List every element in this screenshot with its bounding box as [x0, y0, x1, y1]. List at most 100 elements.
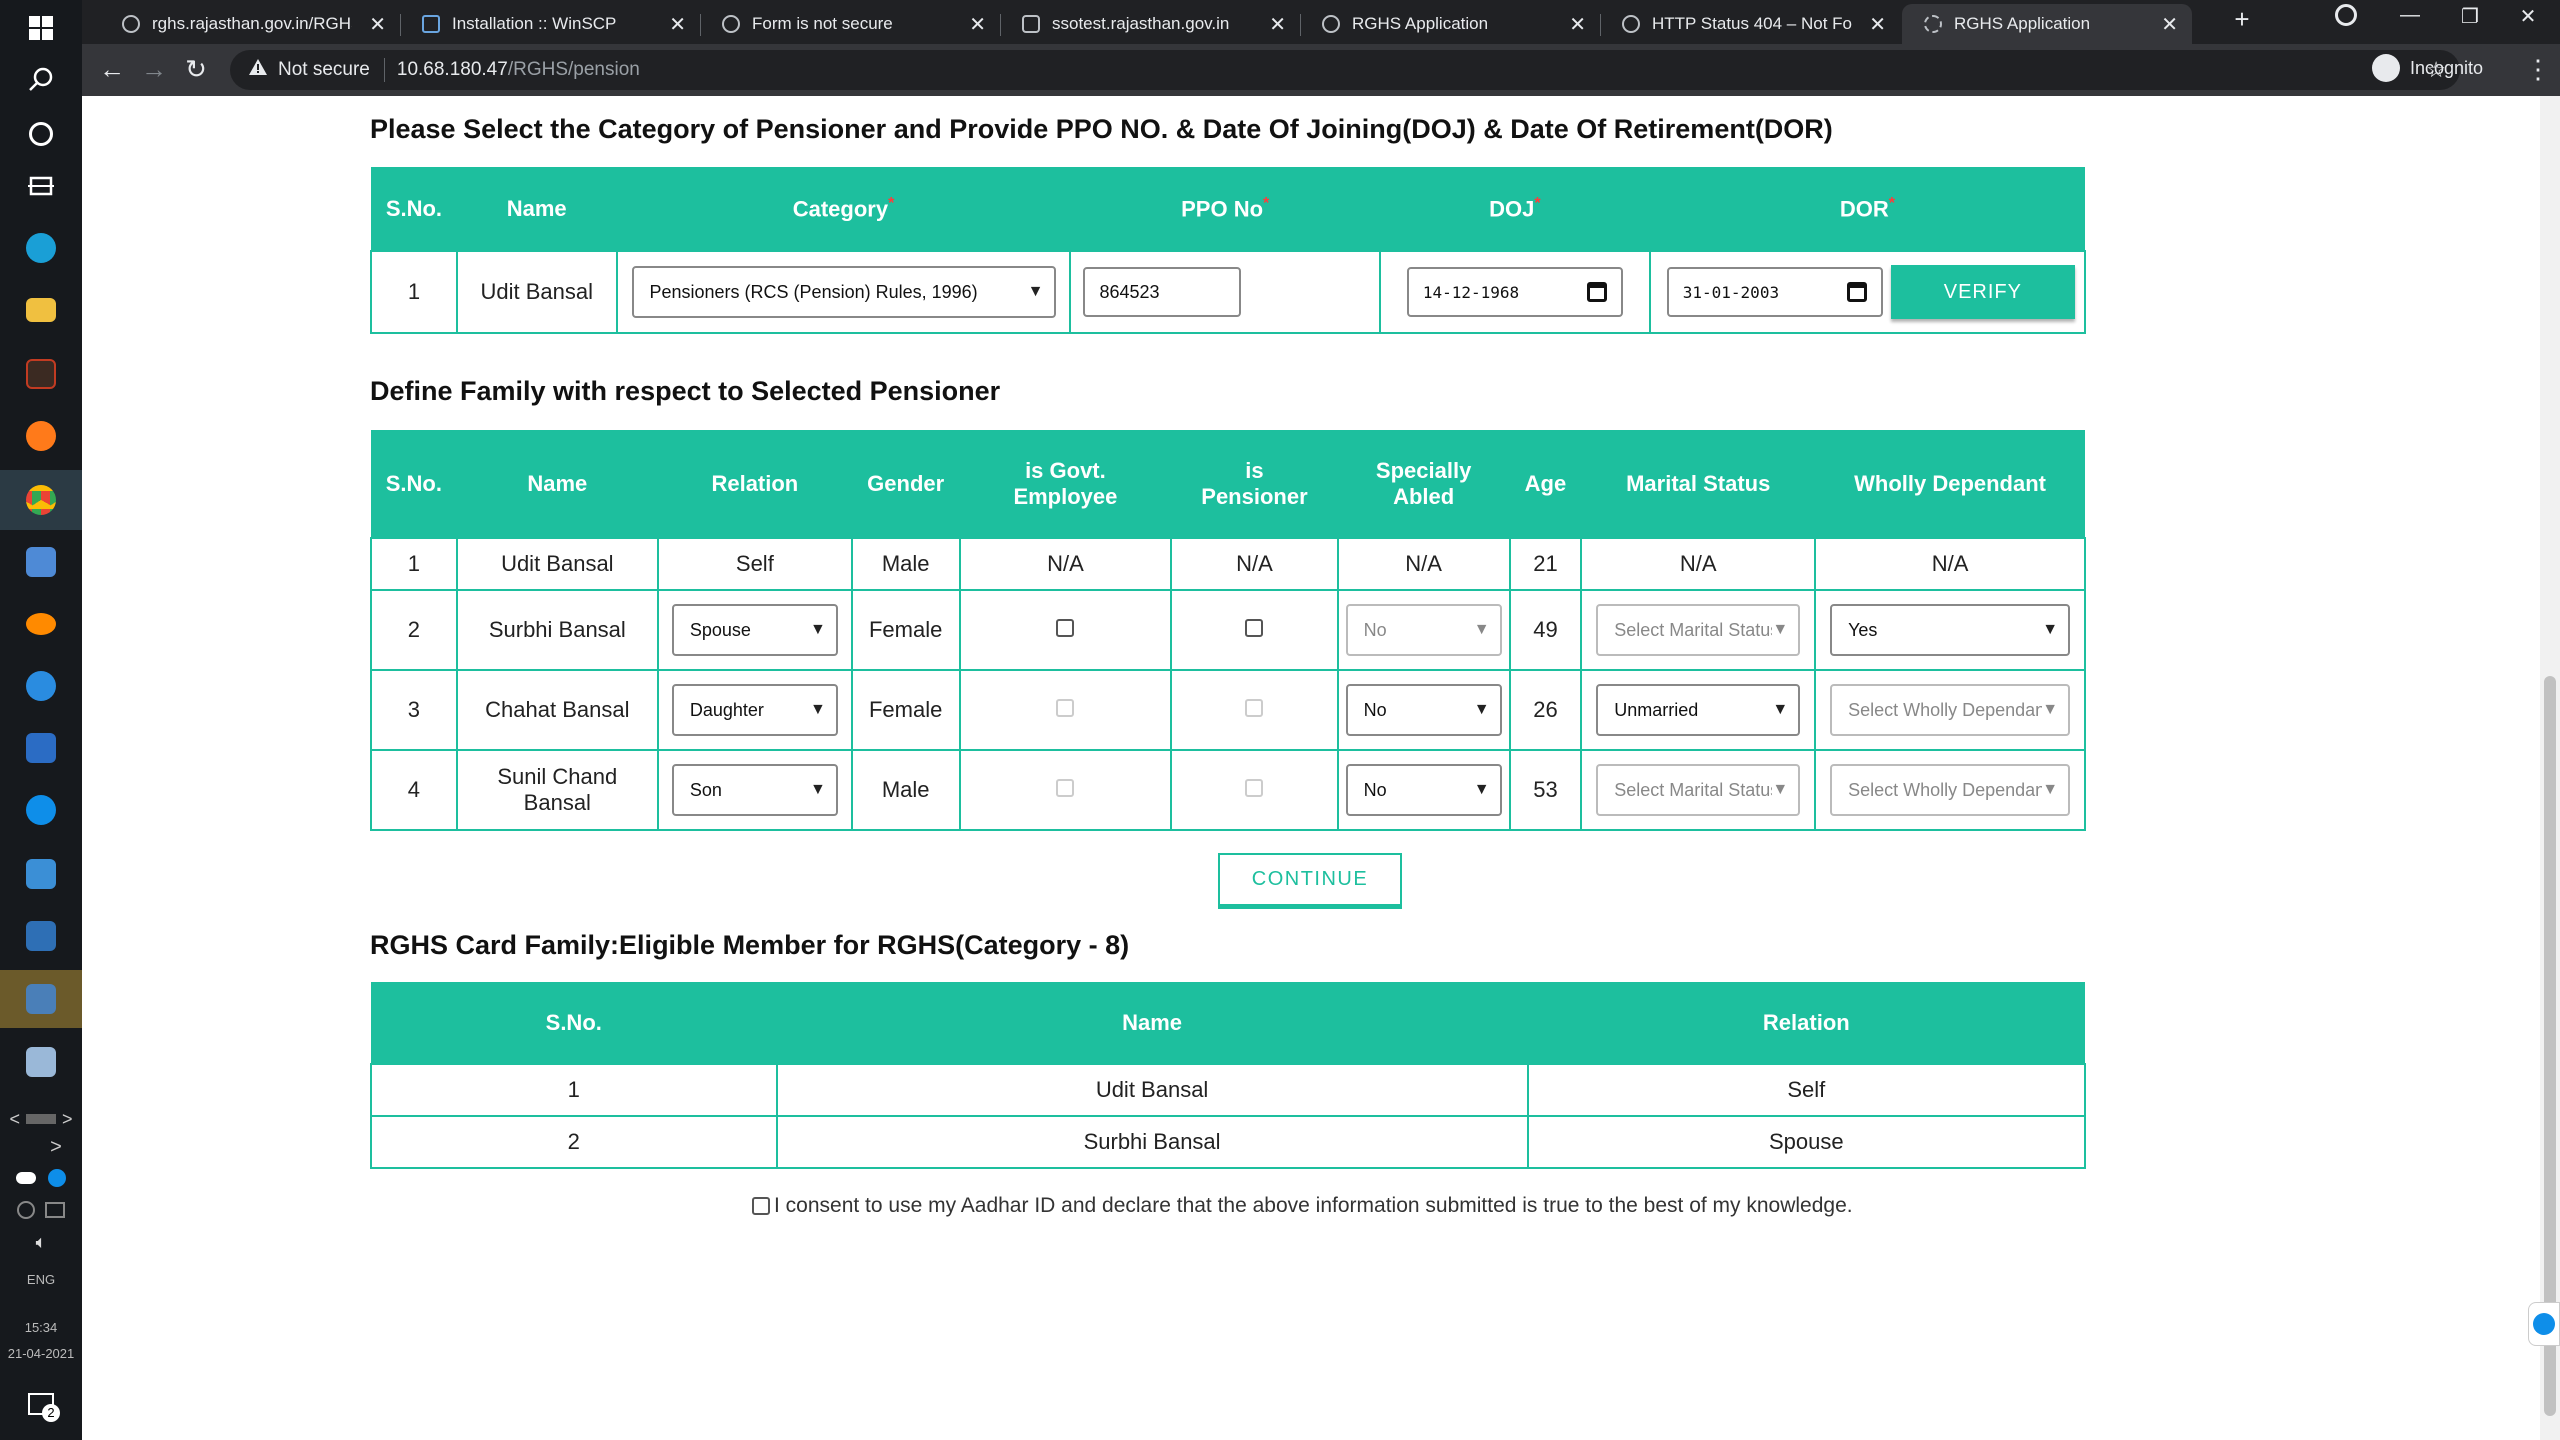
- notification-center-icon[interactable]: 2: [0, 1376, 82, 1432]
- volume-icon[interactable]: 🔈︎: [0, 1224, 82, 1260]
- marital-status-select[interactable]: Select Marital Status ▼: [1596, 604, 1801, 656]
- browser-tab[interactable]: RGHS Application ✕: [1300, 4, 1600, 44]
- firefox-icon[interactable]: [0, 408, 82, 464]
- close-tab-icon[interactable]: ✕: [969, 12, 986, 37]
- pensioner-cell: [1170, 749, 1339, 831]
- specially-abled-select-value: No: [1363, 699, 1387, 720]
- wholly-dependant-select[interactable]: Select Wholly Dependant ▼: [1830, 764, 2071, 816]
- chevron-down-icon: ▼: [2042, 701, 2059, 718]
- wholly-dependant-select[interactable]: Select Wholly Dependant ▼: [1830, 684, 2071, 736]
- govt-employee-checkbox[interactable]: [1056, 699, 1075, 717]
- pensioner-checkbox[interactable]: [1245, 779, 1264, 797]
- teamviewer-app-icon[interactable]: [0, 658, 82, 714]
- file-explorer-icon[interactable]: [0, 282, 82, 338]
- marital-status-select-value: Select Marital Status: [1614, 619, 1773, 640]
- notes-app-icon[interactable]: [0, 1034, 82, 1090]
- windows-start-icon[interactable]: [0, 0, 82, 56]
- warning-triangle-icon[interactable]: [248, 58, 268, 82]
- chrome-icon[interactable]: [0, 470, 82, 530]
- doj-date-input[interactable]: 14-12-1968: [1406, 267, 1623, 317]
- new-tab-button[interactable]: +: [2212, 4, 2272, 35]
- specially-abled-select[interactable]: No ▼: [1345, 764, 1502, 816]
- calendar-app-icon[interactable]: [0, 346, 82, 402]
- remote-app-icon[interactable]: [0, 596, 82, 652]
- tab-title: Installation :: WinSCP: [452, 14, 617, 33]
- browser-tab-active[interactable]: RGHS Application ✕: [1902, 4, 2192, 44]
- page-scrollbar[interactable]: [2540, 96, 2560, 1440]
- remote-desktop-icon[interactable]: [0, 908, 82, 964]
- address-bar[interactable]: Not secure 10.68.180.47/RGHS/pension ☆: [230, 50, 2460, 90]
- browser-tab[interactable]: rghs.rajasthan.gov.in/RGHS/ho ✕: [100, 4, 400, 44]
- edge-browser-icon[interactable]: [0, 220, 82, 276]
- reload-icon[interactable]: ↻: [178, 54, 214, 85]
- category-select[interactable]: Pensioners (RCS (Pension) Rules, 1996) ▼: [631, 266, 1056, 318]
- table-header-row: S.No. Name Relation: [371, 982, 2085, 1064]
- forward-arrow-icon[interactable]: →: [136, 54, 172, 85]
- govt-employee-checkbox[interactable]: [1056, 779, 1075, 797]
- browser-tab[interactable]: HTTP Status 404 – Not Found ✕: [1600, 4, 1900, 44]
- search-icon[interactable]: [0, 52, 82, 108]
- back-arrow-icon[interactable]: ←: [94, 54, 130, 85]
- consent-checkbox[interactable]: [752, 1197, 770, 1215]
- verify-button[interactable]: VERIFY: [1890, 265, 2075, 319]
- teamviewer-float-icon[interactable]: [2528, 1302, 2560, 1346]
- govt-employee-checkbox[interactable]: [1056, 619, 1075, 637]
- browser-tab[interactable]: Installation :: WinSCP ✕: [400, 4, 700, 44]
- table-header-row: S.No. Name Category* PPO No* DOJ* DOR*: [371, 167, 2085, 251]
- calendar-icon[interactable]: [1586, 282, 1607, 302]
- restore-window-icon[interactable]: ❐: [2440, 4, 2500, 29]
- browser-tab[interactable]: ssotest.rajasthan.gov.in ✕: [1000, 4, 1300, 44]
- ppo-input[interactable]: 864523: [1083, 267, 1242, 317]
- close-tab-icon[interactable]: ✕: [1269, 12, 1286, 37]
- player-app-icon[interactable]: [0, 846, 82, 902]
- close-tab-icon[interactable]: ✕: [2161, 12, 2178, 37]
- onedrive-icon[interactable]: [0, 1160, 82, 1196]
- dor-date-input[interactable]: 31-01-2003: [1666, 267, 1883, 317]
- specially-abled-select[interactable]: No ▼: [1345, 604, 1502, 656]
- wholly-dependant-cell: Yes ▼: [1814, 589, 2086, 671]
- continue-button[interactable]: CONTINUE: [1218, 853, 1402, 909]
- teamviewer-icon[interactable]: [0, 782, 82, 838]
- network-app-icon[interactable]: [0, 970, 82, 1028]
- specially-abled-select-value: No: [1363, 619, 1387, 640]
- sno-cell: 2: [370, 589, 458, 671]
- column-header: Marital Status: [1581, 430, 1816, 538]
- sno-cell: 4: [370, 749, 458, 831]
- incognito-indicator[interactable]: Incognito: [2372, 54, 2483, 82]
- pensioner-checkbox[interactable]: [1245, 699, 1264, 717]
- relation-cell: Spouse: [1526, 1115, 2087, 1169]
- close-tab-icon[interactable]: ✕: [1869, 12, 1886, 37]
- pensioner-checkbox[interactable]: [1245, 619, 1264, 637]
- doj-header-label: DOJ: [1489, 196, 1535, 222]
- media-app-icon[interactable]: [0, 534, 82, 590]
- relation-select[interactable]: Spouse ▼: [671, 604, 838, 656]
- close-tab-icon[interactable]: ✕: [369, 12, 386, 37]
- tab-search-icon[interactable]: [2316, 4, 2376, 32]
- relation-select-value: Spouse: [689, 619, 751, 640]
- close-tab-icon[interactable]: ✕: [1569, 12, 1586, 37]
- word-icon[interactable]: [0, 720, 82, 776]
- chevron-down-icon: ▼: [1772, 781, 1789, 798]
- task-view-icon[interactable]: [0, 158, 82, 214]
- chevron-down-icon: ▼: [810, 621, 826, 638]
- specially-abled-select[interactable]: No ▼: [1345, 684, 1502, 736]
- marital-status-select[interactable]: Select Marital Status ▼: [1596, 764, 1801, 816]
- chevron-down-icon: ▼: [1473, 701, 1490, 718]
- minimize-window-icon[interactable]: —: [2380, 4, 2440, 27]
- relation-select[interactable]: Son ▼: [671, 764, 838, 816]
- security-status-label[interactable]: Not secure: [278, 59, 370, 81]
- browser-tab[interactable]: Form is not secure ✕: [700, 4, 1000, 44]
- cortana-icon[interactable]: [0, 106, 82, 162]
- input-language[interactable]: ENG: [0, 1272, 82, 1287]
- taskbar-clock-date[interactable]: 21-04-2021: [0, 1346, 82, 1361]
- relation-select[interactable]: Daughter ▼: [671, 684, 838, 736]
- specially-abled-cell: N/A: [1336, 537, 1511, 591]
- close-window-icon[interactable]: ✕: [2498, 4, 2558, 29]
- network-status-icon[interactable]: [0, 1192, 82, 1228]
- marital-status-select[interactable]: Unmarried ▼: [1596, 684, 1801, 736]
- calendar-icon[interactable]: [1846, 282, 1867, 302]
- close-tab-icon[interactable]: ✕: [669, 12, 686, 37]
- wholly-dependant-select[interactable]: Yes ▼: [1830, 604, 2071, 656]
- browser-menu-icon[interactable]: ⋮: [2520, 54, 2556, 85]
- taskbar-clock-time[interactable]: 15:34: [0, 1320, 82, 1335]
